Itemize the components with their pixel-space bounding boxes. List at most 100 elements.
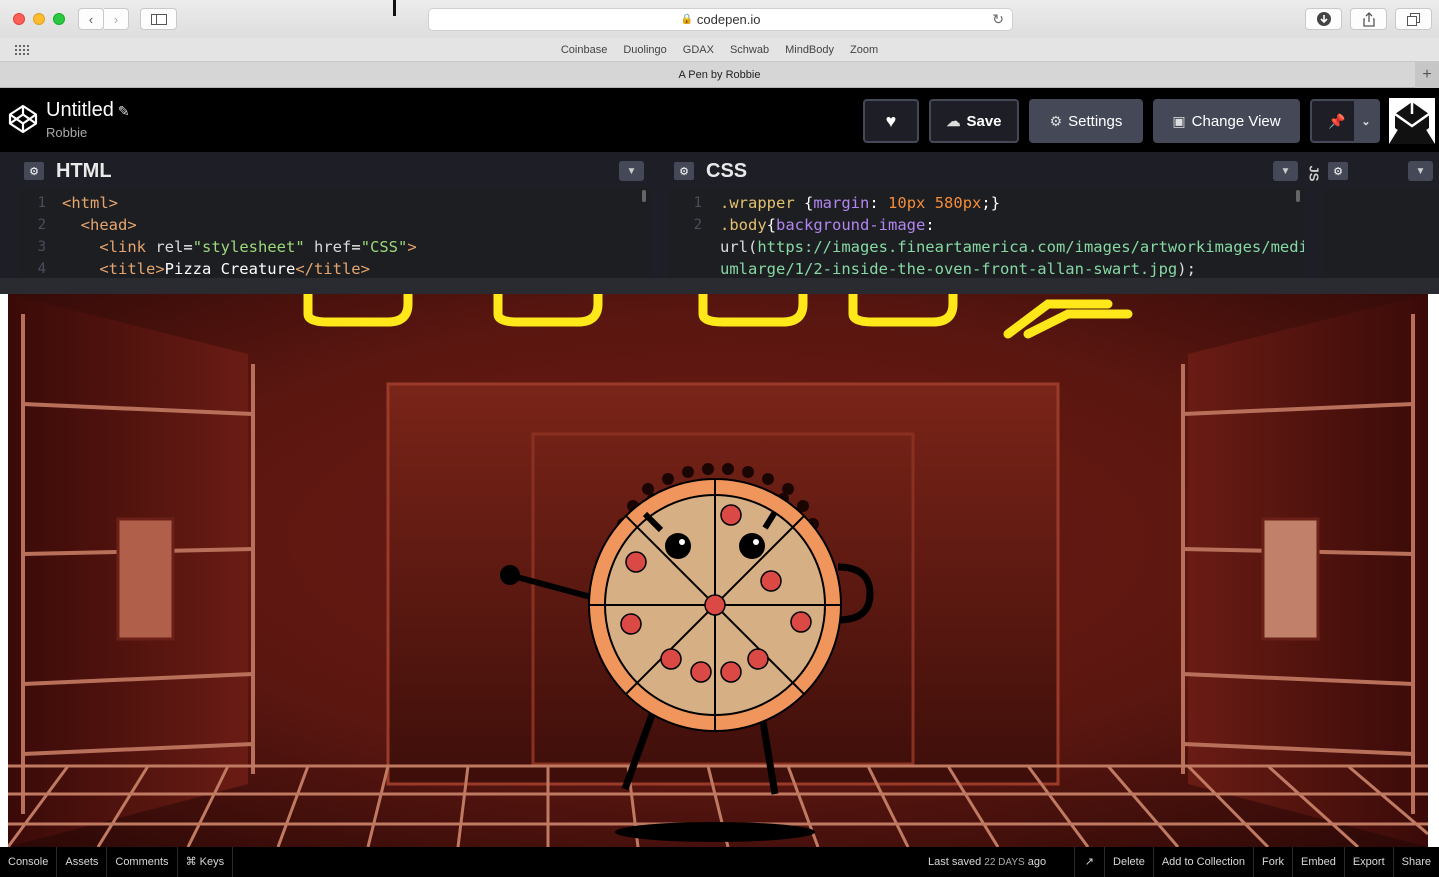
pen-title-text: Untitled — [46, 99, 114, 121]
change-view-label: Change View — [1191, 112, 1281, 130]
pencil-icon[interactable]: ✎ — [118, 103, 130, 119]
save-button[interactable]: ☁ Save — [929, 99, 1019, 143]
gear-icon[interactable]: ⚙ — [1328, 162, 1348, 180]
line-number: 1 — [693, 195, 702, 211]
layout-icon: ▣ — [1172, 112, 1186, 129]
js-editor-pane: ⚙ ▼ — [1322, 152, 1439, 278]
gear-icon: ⚙ — [1049, 112, 1063, 129]
favorite-link[interactable]: Coinbase — [553, 44, 615, 56]
favorite-link[interactable]: GDAX — [675, 44, 722, 56]
gear-icon[interactable]: ⚙ — [674, 162, 694, 180]
downloads-button[interactable] — [1305, 8, 1342, 30]
heart-icon: ♥ — [885, 110, 897, 131]
lock-icon: 🔒 — [680, 14, 693, 25]
text-cursor — [393, 0, 396, 16]
footer-bar: Console Assets Comments ⌘ Keys Last save… — [0, 847, 1439, 877]
line-number: 4 — [37, 261, 46, 277]
chevron-right-icon: › — [113, 11, 119, 27]
embed-button[interactable]: Embed — [1293, 847, 1345, 877]
js-pane-title[interactable]: JS — [1306, 166, 1321, 182]
codepen-header: Untitled ✎ Robbie ♥ ☁ Save ⚙ Settings ▣ C… — [0, 88, 1439, 152]
back-button[interactable]: ‹ — [78, 8, 104, 30]
chevron-left-icon: ‹ — [88, 11, 94, 27]
codepen-logo-icon[interactable] — [8, 104, 38, 134]
favorite-link[interactable]: Schwab — [722, 44, 777, 56]
save-label: Save — [966, 112, 1002, 130]
sidebar-toggle-button[interactable] — [140, 8, 177, 30]
chevron-down-icon: ▼ — [1280, 165, 1291, 177]
sidebar-icon — [150, 13, 167, 25]
pin-dropdown[interactable]: ⌄ — [1354, 101, 1378, 141]
address-bar[interactable]: 🔒 codepen.io ↻ — [428, 8, 1013, 31]
footer-actions: ↗ Delete Add to Collection Fork Embed Ex… — [1073, 847, 1439, 877]
export-button[interactable]: Export — [1345, 847, 1394, 877]
html-scrollbar[interactable] — [642, 190, 646, 202]
tabs-overview-button[interactable] — [1395, 8, 1432, 30]
chevron-down-icon: ▼ — [626, 165, 637, 177]
last-saved-time: 22 DAYS — [984, 857, 1025, 868]
like-button[interactable]: ♥ — [863, 99, 919, 143]
js-pane-header: ⚙ ▼ — [1322, 152, 1439, 188]
delete-button[interactable]: Delete — [1105, 847, 1154, 877]
pin-icon: 📌 — [1328, 112, 1346, 129]
css-editor-pane: ⚙ CSS ▼ 1 .wrapper {margin: 10px 580px;} … — [668, 152, 1304, 278]
change-view-button[interactable]: ▣ Change View — [1153, 99, 1300, 143]
fork-button[interactable]: Fork — [1254, 847, 1293, 877]
last-saved-prefix: Last saved — [928, 856, 982, 868]
plus-icon[interactable]: + — [1415, 62, 1439, 88]
html-pane-header: ⚙ HTML ▼ — [18, 152, 650, 188]
settings-label: Settings — [1068, 112, 1123, 130]
last-saved-status: Last saved 22 DAYS ago — [928, 847, 1046, 877]
css-pane-header: ⚙ CSS ▼ — [668, 152, 1304, 188]
oven-pizza-scene — [8, 294, 1428, 847]
assets-button[interactable]: Assets — [57, 847, 108, 877]
close-window-button[interactable] — [13, 13, 25, 25]
minimize-window-button[interactable] — [33, 13, 45, 25]
browser-toolbar: ‹ › 🔒 codepen.io ↻ — [0, 0, 1439, 38]
favorites-bar: Coinbase Duolingo GDAX Schwab MindBody Z… — [0, 38, 1439, 62]
favorite-link[interactable]: Zoom — [842, 44, 886, 56]
css-pane-dropdown[interactable]: ▼ — [1273, 161, 1298, 181]
gear-icon[interactable]: ⚙ — [24, 162, 44, 180]
settings-button[interactable]: ⚙ Settings — [1029, 99, 1143, 143]
avatar[interactable] — [1389, 98, 1435, 144]
js-pane-dropdown[interactable]: ▼ — [1408, 161, 1433, 181]
line-number: 2 — [37, 217, 46, 233]
line-number: 3 — [37, 239, 46, 255]
share-button[interactable] — [1350, 8, 1387, 30]
html-code[interactable]: 1 <html> 2 <head> 3 <link rel="stylesheet… — [18, 188, 650, 278]
last-saved-suffix: ago — [1027, 856, 1047, 868]
pen-author[interactable]: Robbie — [46, 125, 87, 140]
grid-icon[interactable] — [15, 45, 31, 55]
line-number: 1 — [37, 195, 46, 211]
chevron-down-icon: ▼ — [1415, 165, 1426, 177]
html-pane-dropdown[interactable]: ▼ — [619, 161, 644, 181]
pin-button[interactable]: 📌 ⌄ — [1310, 99, 1380, 143]
comments-button[interactable]: Comments — [107, 847, 178, 877]
tab-bar: A Pen by Robbie + — [0, 62, 1439, 88]
tabs-icon — [1407, 12, 1420, 26]
tab-title[interactable]: A Pen by Robbie — [679, 69, 761, 81]
keys-button[interactable]: ⌘ Keys — [178, 847, 234, 877]
resize-handle[interactable] — [0, 278, 1439, 294]
share-pen-button[interactable]: Share — [1394, 847, 1439, 877]
css-code[interactable]: 1 .wrapper {margin: 10px 580px;} 2 .body{b… — [668, 188, 1304, 278]
external-link-icon[interactable]: ↗ — [1073, 847, 1106, 877]
favorite-link[interactable]: Duolingo — [615, 44, 674, 56]
zoom-window-button[interactable] — [53, 13, 65, 25]
css-pane-title: CSS — [706, 160, 748, 182]
preview-frame — [0, 294, 1439, 847]
url-text: codepen.io — [696, 12, 761, 27]
chevron-down-icon: ⌄ — [1361, 115, 1371, 128]
favorite-link[interactable]: MindBody — [777, 44, 842, 56]
html-pane-title: HTML — [56, 160, 112, 182]
console-button[interactable]: Console — [0, 847, 58, 877]
share-icon — [1362, 11, 1375, 27]
line-number: 2 — [693, 217, 702, 233]
forward-button[interactable]: › — [104, 8, 129, 30]
reload-icon[interactable]: ↻ — [992, 11, 1004, 28]
css-scrollbar[interactable] — [1296, 190, 1300, 202]
add-to-collection-button[interactable]: Add to Collection — [1154, 847, 1254, 877]
pen-title[interactable]: Untitled ✎ — [46, 99, 130, 122]
cloud-icon: ☁ — [946, 112, 961, 129]
